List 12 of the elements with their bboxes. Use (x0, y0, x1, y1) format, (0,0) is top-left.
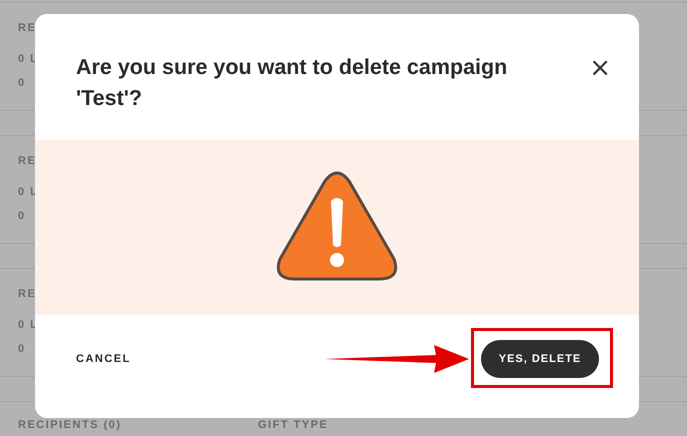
dialog-title: Are you sure you want to delete campaign 'Test'? (76, 54, 508, 112)
section-line: 0 (18, 209, 26, 223)
delete-button[interactable]: YES, DELETE (481, 340, 599, 378)
cancel-button[interactable]: CANCEL (76, 352, 131, 364)
section-heading: RE (18, 154, 36, 168)
close-button[interactable]: × (589, 55, 611, 81)
section-line: 0 (18, 342, 26, 356)
section-heading: RE (18, 21, 36, 35)
column-heading: RECIPIENTS (0) (18, 418, 122, 432)
column-heading: GIFT TYPE (258, 418, 328, 432)
section-line: 0 (18, 76, 26, 90)
section-heading: RE (18, 287, 36, 301)
